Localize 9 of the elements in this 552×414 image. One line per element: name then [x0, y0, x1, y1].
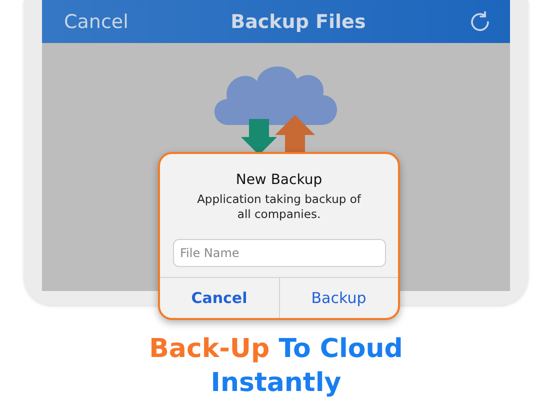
file-name-field[interactable]: File Name	[173, 239, 386, 267]
cancel-button[interactable]: Cancel	[64, 10, 128, 32]
refresh-icon[interactable]	[468, 10, 492, 34]
headline: Back-Up To Cloud Instantly	[148, 333, 404, 400]
navigation-title: Backup Files	[230, 10, 366, 32]
backup-button[interactable]: Backup	[278, 278, 398, 318]
cancel-button[interactable]: Cancel	[160, 278, 278, 318]
dialog-title: New Backup	[234, 172, 324, 188]
dialog-message: Application taking backup of all companies.	[196, 192, 362, 222]
